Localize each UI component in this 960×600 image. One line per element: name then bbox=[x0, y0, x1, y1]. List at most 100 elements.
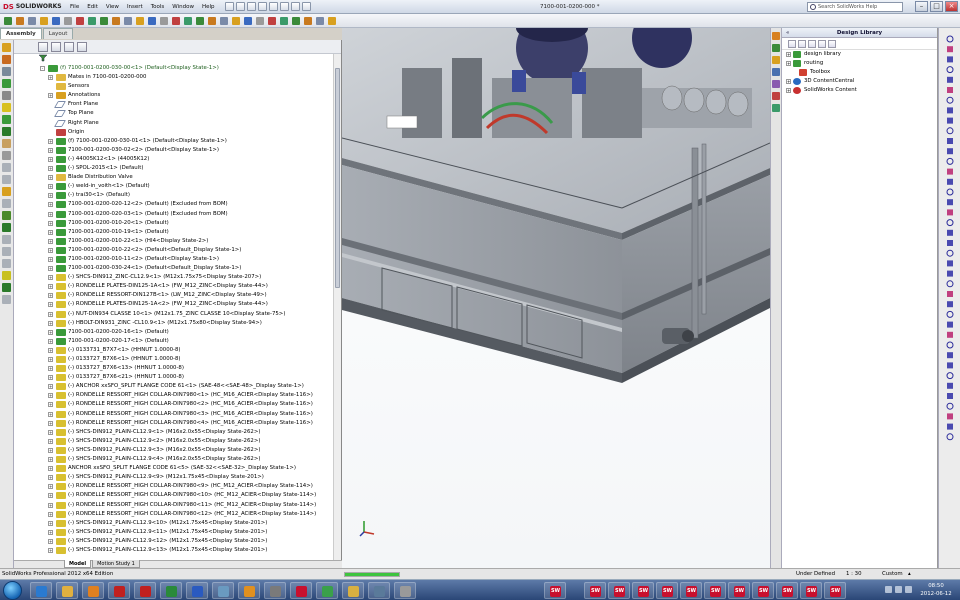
expand-icon[interactable]: + bbox=[48, 484, 53, 490]
taskbar-app-button[interactable] bbox=[264, 582, 286, 599]
expand-icon[interactable]: + bbox=[48, 147, 53, 153]
sketch-tool-icon[interactable] bbox=[947, 229, 953, 236]
design-library-item[interactable]: + SolidWorks Content bbox=[782, 86, 937, 95]
sketch-tool-icon[interactable] bbox=[947, 331, 953, 338]
linear-pattern-icon[interactable] bbox=[2, 67, 11, 76]
reference-geometry-icon[interactable] bbox=[2, 127, 11, 136]
taskbar-solidworks-window[interactable]: SW bbox=[824, 582, 846, 599]
expand-icon[interactable]: + bbox=[48, 384, 53, 390]
taskbar-solidworks-window[interactable]: SW bbox=[656, 582, 678, 599]
exploded-view-icon[interactable] bbox=[2, 163, 11, 172]
expand-icon[interactable]: + bbox=[48, 447, 53, 453]
taskbar-app-button[interactable] bbox=[56, 582, 78, 599]
tab-layout[interactable]: Layout bbox=[42, 28, 74, 39]
toolbar-command-icon[interactable] bbox=[160, 17, 168, 25]
sketch-tool-icon[interactable] bbox=[946, 249, 954, 257]
insert-component-icon[interactable] bbox=[2, 43, 11, 52]
add-location-icon[interactable] bbox=[808, 39, 816, 48]
toolbar-command-icon[interactable] bbox=[16, 17, 24, 25]
design-library-item[interactable]: + design library bbox=[782, 50, 937, 59]
measure-icon[interactable] bbox=[2, 235, 11, 244]
custom-properties-icon[interactable] bbox=[772, 104, 780, 112]
tree-row[interactable]: + Mates in 7100-001-0200-000 bbox=[14, 73, 334, 82]
options-icon[interactable] bbox=[301, 2, 311, 11]
units-dropdown-icon[interactable]: ▴ bbox=[908, 569, 911, 579]
feature-manager-icon[interactable] bbox=[38, 41, 48, 52]
sketch-tool-icon[interactable] bbox=[947, 168, 953, 175]
expand-icon[interactable]: + bbox=[48, 538, 53, 544]
taskbar-solidworks-window[interactable]: SW bbox=[704, 582, 726, 599]
sketch-tool-icon[interactable] bbox=[947, 382, 953, 389]
expand-icon[interactable]: + bbox=[48, 256, 53, 262]
expand-icon[interactable]: + bbox=[48, 547, 53, 553]
tree-row[interactable]: Sensors bbox=[14, 82, 334, 91]
sketch-tool-icon[interactable] bbox=[947, 321, 953, 328]
expand-icon[interactable]: + bbox=[48, 156, 53, 162]
taskbar-app-button[interactable] bbox=[186, 582, 208, 599]
assembly-features-icon[interactable] bbox=[2, 115, 11, 124]
taskbar-app-button[interactable] bbox=[316, 582, 338, 599]
toolbar-command-icon[interactable] bbox=[76, 17, 84, 25]
expand-icon[interactable]: + bbox=[48, 220, 53, 226]
view-palette-icon[interactable] bbox=[772, 80, 780, 88]
sketch-tool-icon[interactable] bbox=[946, 66, 954, 74]
toolbar-command-icon[interactable] bbox=[268, 17, 276, 25]
tree-row[interactable]: + (-) RONDELLE RESSORT-DIN127B<1> (LW_M12… bbox=[14, 291, 334, 300]
expand-icon[interactable]: + bbox=[48, 520, 53, 526]
tree-row[interactable]: + ANCHOR xxSFO_SPLIT FLANGE CODE 61<5> (S… bbox=[14, 464, 334, 473]
tree-row[interactable]: + (-) SPOL-2015<1> (Default) bbox=[14, 164, 334, 173]
sketch-tool-icon[interactable] bbox=[946, 188, 954, 196]
tree-row[interactable]: + (-) weld-in_voith<1> (Default) bbox=[14, 182, 334, 191]
taskbar-app-button[interactable] bbox=[238, 582, 260, 599]
taskbar-solidworks-window[interactable]: SW bbox=[728, 582, 750, 599]
toolbar-command-icon[interactable] bbox=[208, 17, 216, 25]
sketch-tool-icon[interactable] bbox=[947, 301, 953, 308]
toolbar-command-icon[interactable] bbox=[316, 17, 324, 25]
expand-icon[interactable]: + bbox=[48, 511, 53, 517]
smart-fasteners-icon[interactable] bbox=[2, 79, 11, 88]
expand-icon[interactable]: + bbox=[48, 429, 53, 435]
large-assembly-icon[interactable] bbox=[2, 271, 11, 280]
sketch-tool-icon[interactable] bbox=[947, 270, 953, 277]
tree-row[interactable]: + (-) RONDELLE RESSORT_HIGH COLLAR-DIN798… bbox=[14, 419, 334, 428]
status-scale[interactable]: 1 : 30 bbox=[846, 569, 862, 579]
toolbar-command-icon[interactable] bbox=[184, 17, 192, 25]
minimize-button[interactable]: – bbox=[915, 1, 928, 12]
tree-row[interactable]: + (-) ANCHOR xxSFO_SPLIT FLANGE CODE 61<1… bbox=[14, 382, 334, 391]
tree-row[interactable]: + (-) SHCS-DIN912_PLAIN-CL12.9<9> (M12x1.… bbox=[14, 473, 334, 482]
toolbar-command-icon[interactable] bbox=[88, 17, 96, 25]
tree-row[interactable]: + (-) RONDELLE PLATES-DIN125-1A<1> (FW_M1… bbox=[14, 282, 334, 291]
tree-row[interactable]: - (f) 7100-001-0200-030-00<1> (Default<Di… bbox=[14, 64, 334, 73]
refresh-icon[interactable] bbox=[828, 39, 836, 48]
expand-icon[interactable]: + bbox=[48, 438, 53, 444]
sketch-tool-icon[interactable] bbox=[946, 402, 954, 410]
expand-icon[interactable]: + bbox=[48, 75, 53, 81]
menu-tools[interactable]: Tools bbox=[147, 4, 169, 10]
configuration-manager-icon[interactable] bbox=[64, 41, 74, 52]
tree-row[interactable]: + (-) 0133727_B7X6<21> (HHNUT 1.0000-8) bbox=[14, 373, 334, 382]
expand-icon[interactable]: + bbox=[48, 457, 53, 463]
expand-icon[interactable]: + bbox=[48, 229, 53, 235]
tab-assembly[interactable]: Assembly bbox=[0, 28, 42, 39]
expand-icon[interactable]: + bbox=[48, 338, 53, 344]
tree-row[interactable]: + (f) 7100-001-0200-030-01<1> (Default<Di… bbox=[14, 137, 334, 146]
sketch-tool-icon[interactable] bbox=[946, 127, 954, 135]
tree-row[interactable]: Top Plane bbox=[14, 109, 334, 118]
property-manager-icon[interactable] bbox=[51, 41, 61, 52]
sketch-tool-icon[interactable] bbox=[947, 362, 953, 369]
sketch-tool-icon[interactable] bbox=[946, 157, 954, 165]
taskbar-solidworks-window[interactable]: SW bbox=[800, 582, 822, 599]
expand-icon[interactable]: + bbox=[48, 202, 53, 208]
menu-edit[interactable]: Edit bbox=[83, 4, 102, 10]
tree-row[interactable]: +7100-001-0200-020-03<1> (Default) (Excl… bbox=[14, 210, 334, 219]
expand-icon[interactable]: + bbox=[48, 411, 53, 417]
sketch-tool-icon[interactable] bbox=[947, 423, 953, 430]
tree-row[interactable]: +7100-001-0200-020-12<2> (Default) (Excl… bbox=[14, 200, 334, 209]
toolbar-command-icon[interactable] bbox=[40, 17, 48, 25]
sketch-tool-icon[interactable] bbox=[947, 199, 953, 206]
toolbar-command-icon[interactable] bbox=[280, 17, 288, 25]
tree-row[interactable]: Origin bbox=[14, 128, 334, 137]
sketch-tool-icon[interactable] bbox=[947, 291, 953, 297]
sketch-tool-icon[interactable] bbox=[947, 76, 953, 83]
taskbar-solidworks-window[interactable]: SW bbox=[608, 582, 630, 599]
